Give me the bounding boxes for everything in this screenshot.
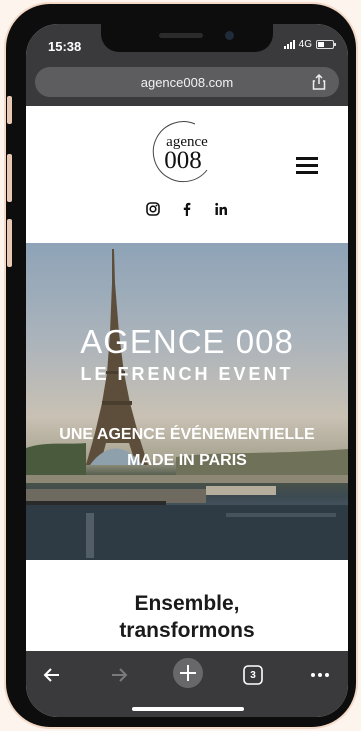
phone-frame: 15:38 4G agence008.com agence 008 AGENCE… <box>6 4 356 727</box>
menu-icon[interactable] <box>296 157 318 175</box>
notch <box>101 24 273 52</box>
network-label: 4G <box>298 39 312 50</box>
url-text[interactable]: agence008.com <box>35 75 339 90</box>
hero-banner: AGENCE 008 LE FRENCH EVENT UNE AGENCE ÉV… <box>26 243 348 560</box>
address-bar[interactable]: agence008.com <box>35 67 339 97</box>
instagram-icon[interactable] <box>145 201 161 217</box>
battery-icon <box>316 40 336 49</box>
back-arrow-icon[interactable] <box>38 661 66 689</box>
tab-count: 3 <box>250 669 256 681</box>
social-links <box>26 201 348 217</box>
hero-tagline-line1: UNE AGENCE ÉVÉNEMENTIELLE <box>59 426 315 443</box>
section-heading: Ensemble, transformons <box>26 590 348 644</box>
speaker <box>159 33 203 38</box>
hero-subtitle: LE FRENCH EVENT <box>80 364 294 384</box>
status-time: 15:38 <box>48 39 82 54</box>
screen: 15:38 4G agence008.com agence 008 AGENCE… <box>26 24 348 717</box>
hero-tagline-line2: MADE IN PARIS <box>127 452 247 469</box>
web-page: agence 008 AGENCE 008 LE FRENCH EVENT UN… <box>26 106 348 661</box>
status-indicators: 4G <box>283 39 336 50</box>
share-icon[interactable] <box>311 74 327 90</box>
section-heading-line1: Ensemble, <box>134 592 240 615</box>
front-camera <box>225 31 234 40</box>
linkedin-icon[interactable] <box>213 201 229 217</box>
paris-eiffel-tower-image <box>26 249 348 560</box>
status-bar: 15:38 4G <box>26 24 348 64</box>
home-indicator[interactable] <box>132 707 244 711</box>
logo-text-008: 008 <box>164 147 202 174</box>
tabs-button[interactable]: 3 <box>239 661 267 689</box>
mute-switch <box>7 96 12 124</box>
intro-section: Ensemble, transformons <box>26 560 348 661</box>
facebook-icon[interactable] <box>179 201 195 217</box>
hero-title: AGENCE 008 <box>80 323 294 360</box>
volume-up-button <box>7 154 12 202</box>
section-heading-line2: transformons <box>119 619 255 642</box>
agence008-logo[interactable]: agence 008 <box>147 118 219 184</box>
forward-arrow-icon[interactable] <box>105 661 133 689</box>
more-options-icon[interactable] <box>306 661 334 689</box>
browser-toolbar: 3 <box>26 651 348 717</box>
new-tab-plus-icon[interactable] <box>172 657 204 689</box>
signal-icon <box>283 40 295 49</box>
browser-address-area: agence008.com <box>26 64 348 106</box>
volume-down-button <box>7 219 12 267</box>
